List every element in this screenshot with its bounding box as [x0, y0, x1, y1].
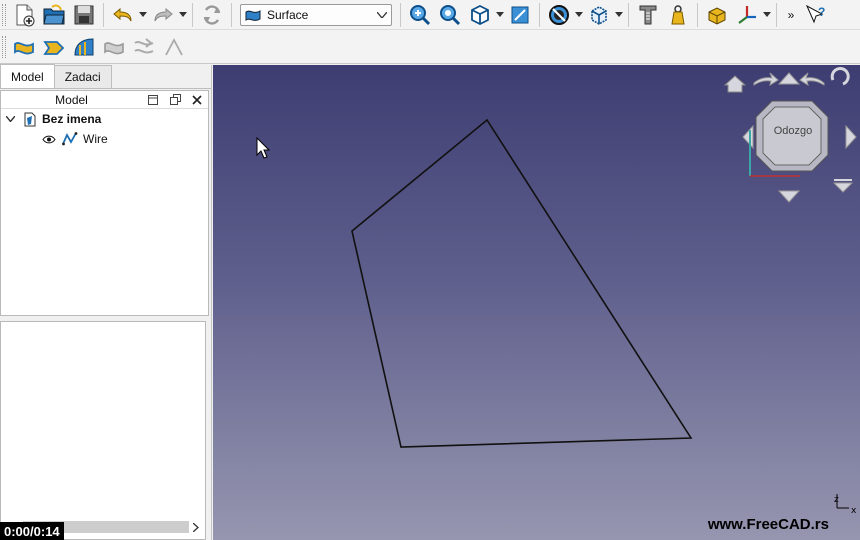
- video-timer: 0:00/0:14: [0, 522, 64, 540]
- measure-point-icon[interactable]: [505, 1, 535, 29]
- blend-curve-icon[interactable]: [159, 33, 189, 61]
- tree-header-title: Model: [55, 92, 88, 107]
- float-panel-icon[interactable]: [142, 92, 164, 108]
- measure-distance-icon[interactable]: [633, 1, 663, 29]
- nav-spin-icon: [830, 67, 850, 86]
- watermark-text: www.FreeCAD.rs: [707, 516, 829, 533]
- sections-icon[interactable]: [69, 33, 99, 61]
- nav-down-arrow-icon: [777, 190, 801, 203]
- workbench-selector[interactable]: Surface: [240, 3, 392, 26]
- workbench-name: Surface: [267, 7, 309, 22]
- viewport-canvas: Odozgo z x: [256, 67, 857, 516]
- chevron-right-icon[interactable]: [189, 522, 203, 532]
- nav-home-icon: [723, 75, 747, 93]
- mouse-cursor-icon: [256, 136, 271, 159]
- combo-tabs: Model Zadaci: [0, 64, 211, 89]
- fit-all-icon[interactable]: [405, 1, 435, 29]
- nav-left-arrow-icon: [742, 124, 754, 150]
- whats-this-icon[interactable]: ?: [801, 1, 831, 29]
- tree-item-wire[interactable]: Wire: [1, 129, 208, 149]
- axis-x-label: x: [851, 506, 857, 516]
- nav-right-arrow-icon: [845, 124, 857, 150]
- chevron-down-icon: [377, 11, 387, 18]
- undo-dropdown-icon[interactable]: [138, 1, 148, 29]
- main-toolbar: Surface » ?: [0, 0, 860, 30]
- tree-document-row[interactable]: Bez imena: [1, 109, 208, 129]
- tab-model[interactable]: Model: [0, 64, 55, 88]
- toolbar-overflow-button[interactable]: »: [781, 1, 801, 29]
- cube-face-label: Odozgo: [774, 125, 813, 137]
- surface-toolbar: [0, 30, 860, 64]
- toolbar-separator: [400, 2, 401, 27]
- fill-boundary-icon[interactable]: [39, 33, 69, 61]
- filling-icon[interactable]: [9, 33, 39, 61]
- tree-header: Model: [1, 91, 208, 109]
- document-name: Bez imena: [42, 112, 102, 126]
- axis-z-label: z: [834, 495, 839, 505]
- open-document-icon[interactable]: [39, 1, 69, 29]
- restore-panel-icon[interactable]: [164, 92, 186, 108]
- new-document-icon[interactable]: [9, 1, 39, 29]
- extend-face-icon[interactable]: [99, 33, 129, 61]
- isometric-view-icon[interactable]: [465, 1, 495, 29]
- toolbar-separator: [539, 2, 540, 27]
- wire-icon: [61, 132, 79, 146]
- draw-style-dropdown-icon[interactable]: [574, 1, 584, 29]
- model-tree-panel: Model Bez imena Wire: [0, 90, 209, 316]
- create-axes-icon[interactable]: [732, 1, 762, 29]
- nav-rotate-left-icon: [753, 72, 779, 87]
- axis-indicator: z x: [834, 494, 857, 516]
- toolbar-separator: [628, 2, 629, 27]
- toolbar-separator: [697, 2, 698, 27]
- wire-shape: [351, 118, 693, 448]
- axes-dropdown-icon[interactable]: [762, 1, 772, 29]
- svg-text:?: ?: [818, 5, 825, 19]
- redo-dropdown-icon[interactable]: [178, 1, 188, 29]
- more-label: »: [787, 7, 795, 22]
- redo-icon[interactable]: [148, 1, 178, 29]
- mass-weight-icon[interactable]: [663, 1, 693, 29]
- draw-style-icon[interactable]: [544, 1, 574, 29]
- nav-rotate-up-icon: [777, 72, 801, 85]
- document-icon: [21, 112, 39, 127]
- save-document-icon[interactable]: [69, 1, 99, 29]
- toolbar-separator: [103, 2, 104, 27]
- navigation-cube: Odozgo: [723, 67, 857, 203]
- 3d-viewport[interactable]: Odozgo z x www.FreeCAD.rs: [213, 65, 860, 540]
- tab-zadaci[interactable]: Zadaci: [53, 65, 112, 88]
- chevron-down-icon[interactable]: [3, 116, 17, 122]
- curve-on-mesh-icon[interactable]: [129, 33, 159, 61]
- bbox-dropdown-icon[interactable]: [614, 1, 624, 29]
- toolbar-separator: [231, 2, 232, 27]
- nav-rotate-right-icon: [799, 72, 825, 87]
- view-dropdown-icon[interactable]: [495, 1, 505, 29]
- property-panel: [0, 321, 206, 540]
- nav-menu-icon: [832, 182, 854, 193]
- create-part-icon[interactable]: [702, 1, 732, 29]
- toolbar-grip[interactable]: [2, 35, 6, 58]
- combo-view: Model Zadaci Model Bez imena Wire: [0, 64, 212, 540]
- bounding-box-icon[interactable]: [584, 1, 614, 29]
- close-panel-icon[interactable]: [186, 92, 208, 108]
- tree-item-label: Wire: [83, 132, 108, 146]
- toolbar-separator: [192, 2, 193, 27]
- toolbar-grip[interactable]: [2, 3, 6, 26]
- eye-visibility-icon[interactable]: [41, 135, 57, 144]
- refresh-icon[interactable]: [197, 1, 227, 29]
- surface-workbench-icon: [245, 9, 261, 21]
- toolbar-separator: [776, 2, 777, 27]
- undo-icon[interactable]: [108, 1, 138, 29]
- fit-selection-icon[interactable]: [435, 1, 465, 29]
